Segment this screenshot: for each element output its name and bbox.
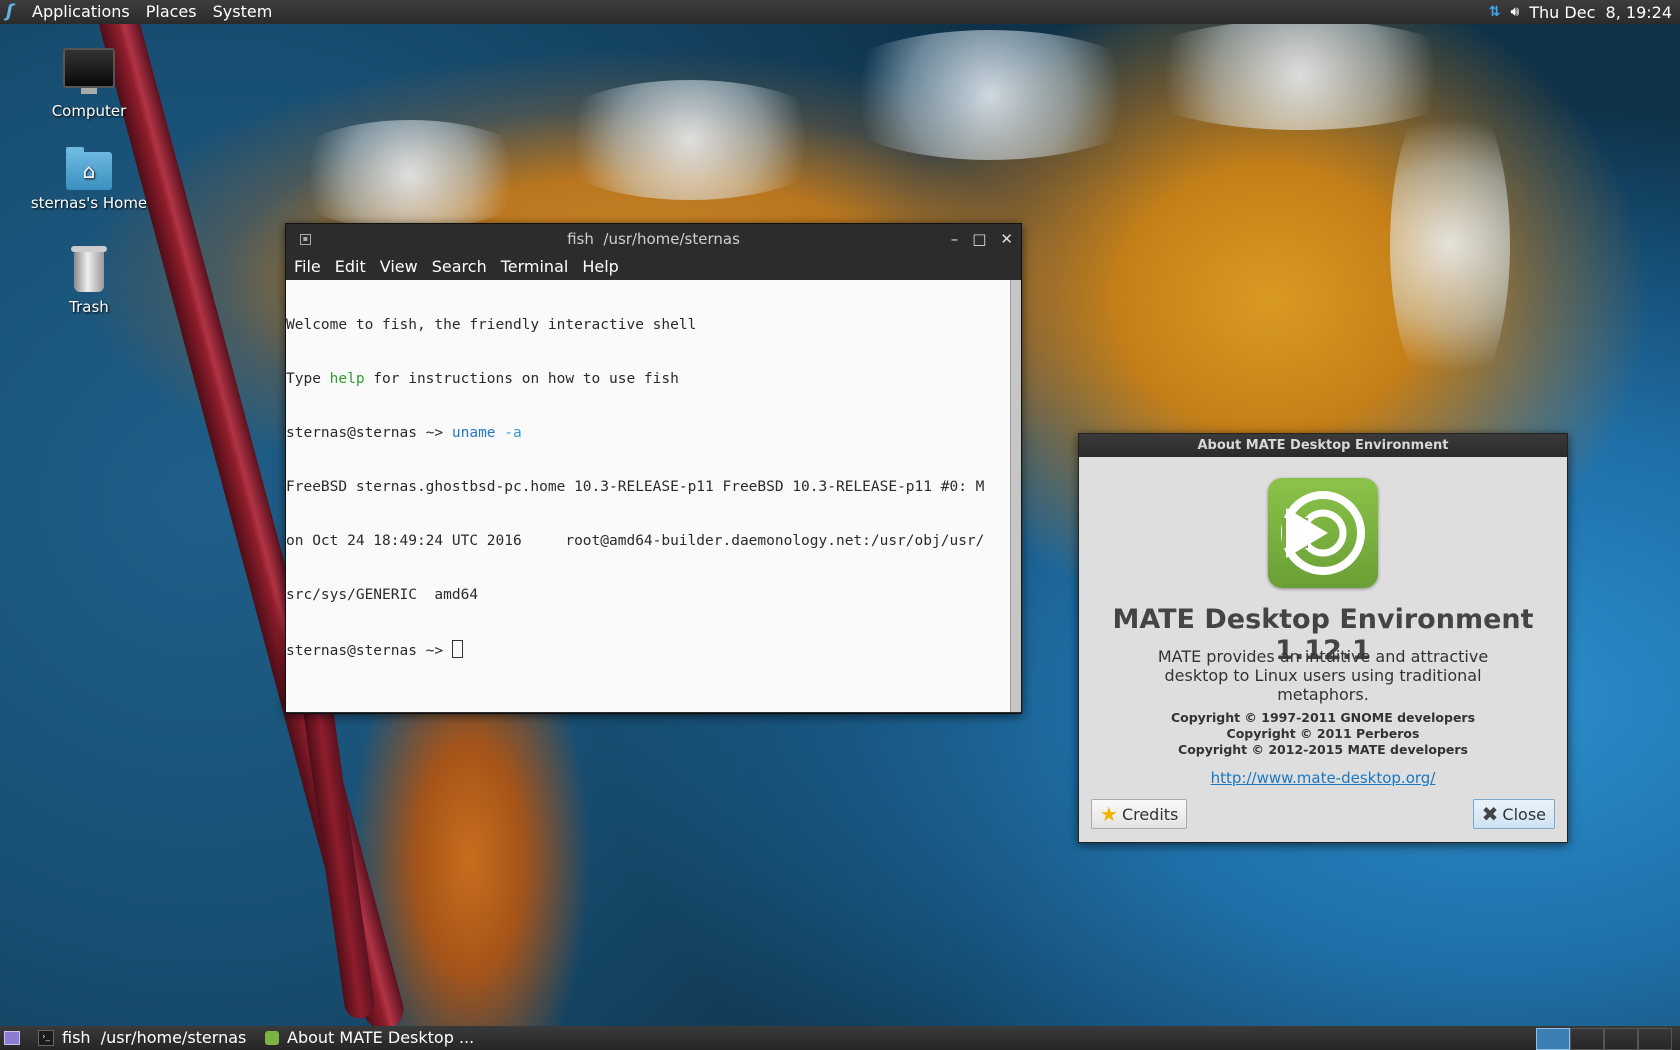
desktop-icon-computer[interactable]: Computer	[14, 48, 164, 120]
taskbar-item-about[interactable]: About MATE Desktop ...	[265, 1026, 474, 1050]
workspace-1[interactable]	[1536, 1028, 1570, 1050]
star-icon: ★	[1100, 802, 1118, 826]
terminal-line: Welcome to fish, the friendly interactiv…	[286, 317, 697, 333]
about-dialog: About MATE Desktop Environment MATE Desk…	[1078, 433, 1568, 843]
terminal-title: fish /usr/home/sternas	[567, 230, 740, 248]
menu-system[interactable]: System	[205, 0, 281, 24]
command-flag: -a	[504, 425, 522, 441]
prompt: sternas@sternas ~>	[286, 643, 452, 659]
credits-button[interactable]: ★ Credits	[1091, 799, 1188, 829]
menu-edit[interactable]: Edit	[328, 254, 373, 280]
workspace-4[interactable]	[1638, 1028, 1672, 1050]
terminal-window: ▪ fish /usr/home/sternas – □ ✕ File Edit…	[285, 223, 1022, 714]
app-description: MATE provides an intuitive and attractiv…	[1157, 647, 1489, 704]
taskbar-item-terminal[interactable]: ›_ fish /usr/home/sternas	[38, 1026, 246, 1050]
close-label: Close	[1502, 804, 1546, 824]
workspace-3[interactable]	[1604, 1028, 1638, 1050]
window-menu-icon[interactable]: ▪	[300, 234, 311, 245]
menu-applications[interactable]: Applications	[24, 0, 138, 24]
menu-places[interactable]: Places	[138, 0, 205, 24]
website-link[interactable]: http://www.mate-desktop.org/	[1079, 769, 1567, 787]
system-tray: ⇅ 🔊︎ Thu Dec 8, 19:24	[1489, 0, 1672, 24]
text-cursor	[451, 640, 463, 658]
terminal-line: Type help for instructions on how to use…	[286, 370, 1010, 388]
ghostbsd-logo-icon[interactable]: ʃ	[6, 3, 22, 21]
terminal-line: sternas@sternas ~> uname -a	[286, 424, 1010, 442]
home-folder-icon: ⌂	[66, 147, 112, 190]
minimize-icon[interactable]: –	[951, 224, 959, 254]
wallpaper-frost	[820, 30, 1160, 160]
terminal-icon: ›_	[38, 1030, 54, 1046]
show-desktop-icon[interactable]	[4, 1031, 20, 1045]
terminal-highlight: help	[329, 371, 365, 387]
terminal-screen[interactable]: Welcome to fish, the friendly interactiv…	[286, 280, 1010, 712]
terminal-titlebar[interactable]: ▪ fish /usr/home/sternas – □ ✕	[286, 224, 1021, 254]
desktop-icon-label: Trash	[69, 298, 109, 316]
about-titlebar[interactable]: About MATE Desktop Environment	[1079, 434, 1567, 457]
terminal-line: sternas@sternas ~>	[286, 640, 1010, 659]
copyright-line: Copyright © 2011 Perberos	[1226, 726, 1420, 741]
wallpaper-frost	[540, 80, 840, 200]
volume-icon[interactable]: 🔊︎	[1510, 4, 1519, 20]
terminal-text: Type	[286, 371, 330, 387]
top-panel: ʃ Applications Places System ⇅ 🔊︎ Thu De…	[0, 0, 1680, 24]
terminal-scrollbar[interactable]	[1010, 280, 1021, 712]
wallpaper-frost	[280, 120, 540, 230]
workspace-2[interactable]	[1570, 1028, 1604, 1050]
mate-icon	[265, 1031, 279, 1045]
copyright-line: Copyright © 2012-2015 MATE developers	[1178, 742, 1468, 757]
clock[interactable]: Thu Dec 8, 19:24	[1529, 3, 1672, 22]
terminal-line: FreeBSD sternas.ghostbsd-pc.home 10.3-RE…	[286, 479, 985, 495]
maximize-icon[interactable]: □	[972, 224, 986, 254]
command: uname	[451, 425, 505, 441]
bottom-panel: ›_ fish /usr/home/sternas About MATE Des…	[0, 1026, 1680, 1050]
desktop-icon-label: sternas's Home	[30, 194, 148, 212]
window-controls: – □ ✕	[951, 224, 1013, 254]
taskbar-label: About MATE Desktop ...	[287, 1028, 475, 1047]
copyright-block: Copyright © 1997-2011 GNOME developers C…	[1079, 710, 1567, 758]
terminal-line: on Oct 24 18:49:24 UTC 2016 root@amd64-b…	[286, 533, 985, 549]
desktop-icon-label: Computer	[51, 102, 127, 120]
mate-logo-icon	[1268, 478, 1378, 588]
taskbar-label: fish /usr/home/sternas	[62, 1028, 247, 1047]
terminal-menubar: File Edit View Search Terminal Help	[286, 254, 1021, 280]
close-button[interactable]: ✖ Close	[1472, 799, 1555, 829]
menu-search[interactable]: Search	[425, 254, 494, 280]
close-icon[interactable]: ✕	[1000, 224, 1013, 254]
menu-help[interactable]: Help	[575, 254, 625, 280]
network-icon[interactable]: ⇅	[1489, 4, 1501, 20]
trash-icon	[71, 246, 107, 292]
menu-view[interactable]: View	[373, 254, 425, 280]
menu-file[interactable]: File	[287, 254, 328, 280]
menu-terminal[interactable]: Terminal	[494, 254, 576, 280]
desktop-icon-home[interactable]: ⌂ sternas's Home	[14, 147, 164, 212]
copyright-line: Copyright © 1997-2011 GNOME developers	[1170, 710, 1476, 725]
close-icon: ✖	[1481, 802, 1499, 826]
computer-icon	[63, 48, 115, 94]
prompt: sternas@sternas ~>	[286, 425, 452, 441]
wallpaper-frost	[1390, 80, 1510, 410]
desktop-icon-trash[interactable]: Trash	[14, 246, 164, 316]
terminal-line: src/sys/GENERIC amd64	[286, 587, 479, 603]
terminal-text: for instructions on how to use fish	[364, 371, 679, 387]
credits-label: Credits	[1121, 804, 1179, 824]
